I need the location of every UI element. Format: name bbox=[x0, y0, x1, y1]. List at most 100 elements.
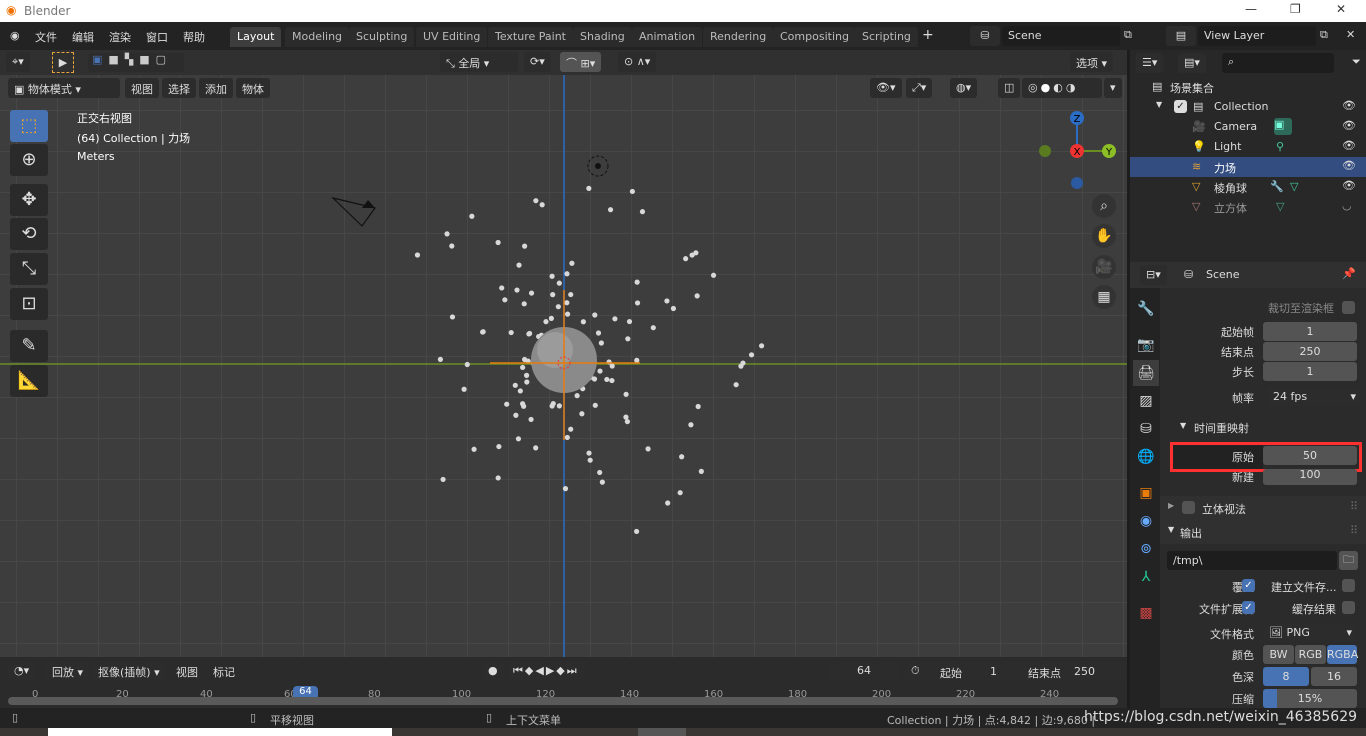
remove-view-layer-icon[interactable]: ✕ bbox=[1346, 28, 1355, 41]
tab-scripting[interactable]: Scripting bbox=[855, 27, 918, 47]
outliner-row-scene-collection[interactable]: ▤ 场景集合 bbox=[1130, 77, 1366, 97]
tab-shading[interactable]: Shading bbox=[573, 27, 632, 47]
keying-dropdown[interactable]: 抠像(插帧) ▾ bbox=[92, 661, 166, 681]
outliner-row-force-field[interactable]: ≋ 力场 👁 bbox=[1130, 157, 1366, 177]
cache-result-checkbox[interactable] bbox=[1342, 601, 1355, 614]
zoom-icon[interactable]: ⌕ bbox=[1092, 194, 1116, 218]
timeline-marker-menu[interactable]: 标记 bbox=[207, 661, 241, 681]
outliner-editor-type[interactable]: ☰▾ bbox=[1136, 53, 1164, 73]
eye-icon[interactable]: 👁 bbox=[1342, 99, 1356, 112]
time-remap-expand-icon[interactable]: ▼ bbox=[1180, 421, 1186, 430]
folder-icon[interactable]: 🗀 bbox=[1339, 551, 1358, 570]
compression-slider[interactable]: 15% bbox=[1263, 689, 1357, 708]
output-panel-header[interactable]: ▼ 输出 ⠿ bbox=[1160, 520, 1366, 544]
close-button[interactable]: ✕ bbox=[1336, 2, 1346, 16]
stereo-panel-header[interactable]: ▶ 立体视法 ⠿ bbox=[1160, 496, 1366, 520]
tool-tab-icon[interactable]: 🔧 bbox=[1133, 296, 1159, 322]
tab-modeling[interactable]: Modeling bbox=[285, 27, 350, 47]
menu-edit[interactable]: 编辑 bbox=[72, 29, 94, 45]
outliner-row-collection[interactable]: ▼ ✓ ▤ Collection 👁 bbox=[1130, 97, 1366, 117]
tab-sculpting[interactable]: Sculpting bbox=[349, 27, 415, 47]
output-path-input[interactable]: /tmp\ bbox=[1167, 551, 1337, 570]
outliner-row-cube[interactable]: ▽ 立方体 ▽ ◡ bbox=[1130, 197, 1366, 217]
scene-field[interactable]: Scene bbox=[1002, 26, 1120, 46]
menu-help[interactable]: 帮助 bbox=[183, 29, 205, 45]
overwrite-checkbox[interactable]: ✓ bbox=[1242, 579, 1255, 592]
time-remap-header[interactable]: 时间重映射 bbox=[1194, 420, 1249, 436]
crop-checkbox[interactable] bbox=[1342, 301, 1355, 314]
menu-file[interactable]: 文件 bbox=[35, 29, 57, 45]
frame-end-field[interactable]: 250 bbox=[1263, 342, 1357, 361]
texture-tab-icon[interactable]: ▩ bbox=[1133, 600, 1159, 626]
pin-icon[interactable]: 📌 bbox=[1342, 267, 1356, 280]
timeline-view-menu[interactable]: 视图 bbox=[170, 661, 204, 681]
scene-selector-icon[interactable]: ⛁ bbox=[970, 26, 1000, 46]
file-extensions-checkbox[interactable]: ✓ bbox=[1242, 601, 1255, 614]
3d-viewport[interactable]: ⌖▾ ▶ ▣■▚■▢ ⤡ 全局 ▾ ⟳▾ ⌒ ⊞▾ ⊙ ∧▾ 选项 ▾ ▣ 物体… bbox=[0, 50, 1127, 657]
depth-16-button[interactable]: 16 bbox=[1311, 667, 1357, 686]
timeline-editor-type[interactable]: ◔▾ bbox=[8, 661, 36, 681]
light-data-icon[interactable]: ⚲ bbox=[1276, 140, 1284, 153]
mesh-data-icon[interactable]: ▽ bbox=[1290, 180, 1298, 193]
tab-texture-paint[interactable]: Texture Paint bbox=[488, 27, 573, 47]
remap-old-field[interactable]: 50 bbox=[1263, 446, 1357, 465]
remap-new-field[interactable]: 100 bbox=[1263, 469, 1357, 485]
outliner-row-icosphere[interactable]: ▽ 棱角球 🔧 ▽ 👁 bbox=[1130, 177, 1366, 197]
playback-dropdown[interactable]: 回放 ▾ bbox=[46, 661, 90, 681]
timeline-scrollbar[interactable] bbox=[8, 697, 1118, 705]
eye-icon[interactable]: 👁 bbox=[1342, 139, 1356, 152]
view-layer-selector-icon[interactable]: ▤ bbox=[1166, 26, 1196, 46]
navigation-gizmo[interactable]: Z Y X bbox=[1030, 108, 1120, 198]
end-field[interactable]: 250 bbox=[1074, 665, 1095, 678]
placeholders-checkbox[interactable] bbox=[1342, 579, 1355, 592]
tab-layout[interactable]: Layout bbox=[230, 27, 282, 47]
world-tab-icon[interactable]: 🌐 bbox=[1133, 444, 1159, 470]
depth-8-button[interactable]: 8 bbox=[1263, 667, 1309, 686]
current-frame-field[interactable]: 64 bbox=[828, 661, 900, 681]
add-workspace-button[interactable]: + bbox=[922, 27, 934, 43]
display-mode[interactable]: ▤▾ bbox=[1178, 53, 1206, 73]
new-view-layer-icon[interactable]: ⧉ bbox=[1320, 28, 1328, 42]
object-data-tab-icon[interactable]: ⅄ bbox=[1133, 564, 1159, 590]
step-field[interactable]: 1 bbox=[1263, 362, 1357, 381]
color-rgba-button[interactable]: RGBA bbox=[1327, 645, 1358, 664]
camera-data-icon[interactable]: ▣ bbox=[1274, 118, 1292, 135]
tab-uv-editing[interactable]: UV Editing bbox=[416, 27, 488, 47]
color-bw-button[interactable]: BW bbox=[1263, 645, 1294, 664]
outliner-search-input[interactable]: ⌕ bbox=[1222, 53, 1334, 73]
fps-dropdown[interactable]: 24 fps ▾ bbox=[1267, 387, 1361, 406]
view-layer-tab-icon[interactable]: ▨ bbox=[1133, 388, 1159, 414]
physics-tab-icon[interactable]: ◉ bbox=[1133, 508, 1159, 534]
render-tab-icon[interactable]: 📷 bbox=[1133, 332, 1159, 358]
properties-editor-type[interactable]: ⊟▾ bbox=[1140, 265, 1167, 285]
view-layer-field[interactable]: View Layer bbox=[1198, 26, 1316, 46]
menu-window[interactable]: 窗口 bbox=[146, 29, 168, 45]
output-tab-icon[interactable]: 🖨 bbox=[1133, 360, 1159, 386]
minimize-button[interactable]: — bbox=[1245, 2, 1257, 16]
scene-tab-icon[interactable]: ⛁ bbox=[1133, 416, 1159, 442]
tab-animation[interactable]: Animation bbox=[632, 27, 703, 47]
menu-render[interactable]: 渲染 bbox=[109, 29, 131, 45]
playback-controls[interactable]: ⏮◆◀▶◆⏭ bbox=[507, 661, 585, 681]
outliner-row-light[interactable]: 💡 Light ⚲ 👁 bbox=[1130, 137, 1366, 157]
tab-rendering[interactable]: Rendering bbox=[703, 27, 774, 47]
new-scene-icon[interactable]: ⧉ bbox=[1124, 28, 1132, 42]
ortho-grid-icon[interactable]: ▦ bbox=[1092, 285, 1116, 309]
maximize-button[interactable]: ❐ bbox=[1290, 2, 1301, 16]
eye-closed-icon[interactable]: ◡ bbox=[1342, 199, 1352, 212]
eye-icon[interactable]: 👁 bbox=[1342, 119, 1356, 132]
filter-icon[interactable]: ⏷ bbox=[1352, 55, 1361, 69]
frame-start-field[interactable]: 1 bbox=[1263, 322, 1357, 341]
constraint-tab-icon[interactable]: ⊚ bbox=[1133, 536, 1159, 562]
blender-menu-icon[interactable]: ◉ bbox=[10, 29, 20, 42]
outliner-row-camera[interactable]: 🎥 Camera ▣ 👁 bbox=[1130, 117, 1366, 137]
eye-icon[interactable]: 👁 bbox=[1342, 159, 1356, 172]
start-field[interactable]: 1 bbox=[990, 665, 997, 678]
mesh-data-icon[interactable]: ▽ bbox=[1276, 200, 1284, 213]
pan-hand-icon[interactable]: ✋ bbox=[1092, 224, 1116, 248]
color-rgb-button[interactable]: RGB bbox=[1295, 645, 1326, 664]
eye-icon[interactable]: 👁 bbox=[1342, 179, 1356, 192]
file-format-dropdown[interactable]: 🖼 PNG ▾ bbox=[1263, 623, 1357, 642]
object-tab-icon[interactable]: ▣ bbox=[1133, 480, 1159, 506]
camera-view-icon[interactable]: 🎥 bbox=[1092, 255, 1116, 279]
